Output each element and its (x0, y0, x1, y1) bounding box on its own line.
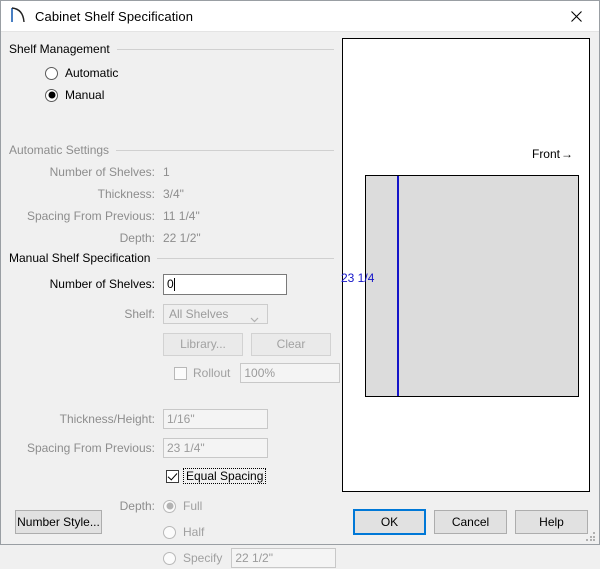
shelf-management-header: Shelf Management (1, 42, 340, 56)
shelf-label: Shelf: (1, 307, 163, 321)
radio-automatic[interactable]: Automatic (1, 62, 340, 84)
shelf-management-group: Shelf Management Automatic Manual (1, 42, 340, 106)
auto-number-of-shelves-label: Number of Shelves: (1, 165, 163, 179)
shelf-select-value: All Shelves (169, 307, 228, 321)
close-icon[interactable] (554, 1, 599, 31)
cabinet-shelf-shape: 23 1/4 (365, 175, 579, 397)
depth-specify-row[interactable]: Specify 22 1/2" (1, 547, 340, 569)
cancel-button[interactable]: Cancel (434, 510, 507, 534)
shelf-select-row: Shelf: All Shelves (1, 303, 340, 325)
text-caret (174, 278, 175, 291)
radio-depth-specify-label: Specify (183, 551, 222, 565)
spacing-from-previous-label: Spacing From Previous: (1, 441, 163, 455)
automatic-settings-header: Automatic Settings (1, 143, 340, 157)
cabinet-door-swing-icon (8, 5, 30, 27)
radio-automatic-label: Automatic (65, 66, 118, 80)
number-of-shelves-value: 0 (167, 277, 174, 291)
equal-spacing-checkbox[interactable] (166, 470, 179, 483)
number-of-shelves-input[interactable]: 0 (163, 274, 287, 295)
auto-depth-value: 22 1/2" (163, 231, 201, 245)
automatic-settings-group: Automatic Settings Number of Shelves: 1 … (1, 143, 340, 249)
auto-depth-label: Depth: (1, 231, 163, 245)
auto-spacing-value: 11 1/4" (163, 209, 200, 223)
spacing-from-previous-input[interactable]: 23 1/4" (163, 438, 268, 458)
chevron-down-icon (250, 312, 258, 317)
library-button[interactable]: Library... (163, 333, 243, 356)
thickness-height-row: Thickness/Height: 1/16" (1, 408, 340, 430)
shelf-select[interactable]: All Shelves (163, 304, 268, 324)
auto-number-of-shelves-value: 1 (163, 165, 170, 179)
auto-spacing-row: Spacing From Previous: 11 1/4" (1, 205, 340, 227)
spacing-from-previous-row: Spacing From Previous: 23 1/4" (1, 437, 340, 459)
equal-spacing-row[interactable]: Equal Spacing (1, 465, 340, 487)
resize-grip[interactable] (586, 532, 596, 542)
radio-depth-specify-indicator[interactable] (163, 552, 176, 565)
group-rule (117, 49, 334, 50)
window-title: Cabinet Shelf Specification (35, 9, 193, 24)
group-title: Manual Shelf Specification (9, 251, 150, 265)
auto-number-of-shelves-row: Number of Shelves: 1 (1, 161, 340, 183)
auto-depth-row: Depth: 22 1/2" (1, 227, 340, 249)
front-label-text: Front (532, 147, 560, 161)
auto-thickness-row: Thickness: 3/4" (1, 183, 340, 205)
equal-spacing-label: Equal Spacing (183, 468, 266, 484)
dialog-body: Shelf Management Automatic Manual Automa… (1, 32, 599, 500)
group-title: Automatic Settings (9, 143, 109, 157)
ok-button[interactable]: OK (353, 509, 426, 535)
preview-pane: Front → 23 1/4 (340, 32, 599, 500)
radio-manual[interactable]: Manual (1, 84, 340, 106)
manual-number-of-shelves-row: Number of Shelves: 0 (1, 272, 340, 296)
arrow-right-icon: → (561, 147, 573, 161)
group-title: Shelf Management (9, 42, 110, 56)
shelf-divider-line (397, 176, 399, 396)
radio-automatic-indicator[interactable] (45, 67, 58, 80)
help-button[interactable]: Help (515, 510, 588, 534)
number-style-button[interactable]: Number Style... (15, 510, 102, 534)
cabinet-preview[interactable]: Front → 23 1/4 (342, 38, 590, 492)
settings-pane: Shelf Management Automatic Manual Automa… (1, 32, 340, 500)
thickness-height-input[interactable]: 1/16" (163, 409, 268, 429)
rollout-label: Rollout (193, 366, 230, 380)
radio-manual-indicator[interactable] (45, 89, 58, 102)
auto-thickness-value: 3/4" (163, 187, 184, 201)
dialog-footer: Number Style... OK Cancel Help (1, 500, 599, 544)
thickness-height-label: Thickness/Height: (1, 412, 163, 426)
front-direction-label: Front → (532, 147, 573, 161)
rollout-checkbox[interactable] (174, 367, 187, 380)
group-rule (116, 150, 334, 151)
title-bar: Cabinet Shelf Specification (1, 1, 599, 32)
auto-spacing-label: Spacing From Previous: (1, 209, 163, 223)
clear-button[interactable]: Clear (251, 333, 331, 356)
manual-number-of-shelves-label: Number of Shelves: (1, 277, 163, 291)
rollout-row: Rollout 100% (1, 362, 340, 384)
library-clear-row: Library... Clear (1, 332, 340, 356)
radio-manual-label: Manual (65, 88, 104, 102)
manual-shelf-header: Manual Shelf Specification (1, 251, 340, 265)
group-rule (157, 258, 334, 259)
auto-thickness-label: Thickness: (1, 187, 163, 201)
dimension-label: 23 1/4 (341, 271, 374, 285)
rollout-percent-input[interactable]: 100% (240, 363, 340, 383)
cabinet-shelf-specification-dialog: Cabinet Shelf Specification Shelf Manage… (0, 0, 600, 545)
depth-specify-input[interactable]: 22 1/2" (231, 548, 336, 568)
